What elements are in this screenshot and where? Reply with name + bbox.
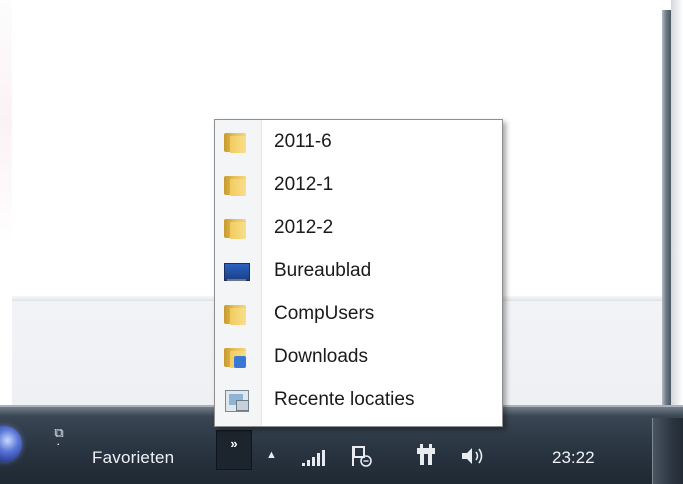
folder-icon — [224, 217, 248, 239]
show-desktop-button[interactable] — [652, 418, 683, 484]
menu-item-2011-6[interactable]: 2011-6 — [221, 122, 499, 162]
menu-item-bureaublad[interactable]: Bureaublad — [221, 251, 499, 291]
favorites-toolbar-label[interactable]: Favorieten — [92, 448, 174, 468]
menu-item-label: Downloads — [274, 346, 368, 367]
menu-item-2012-2[interactable]: 2012-2 — [221, 208, 499, 248]
folder-icon — [224, 131, 248, 153]
taskbar-clock[interactable]: 23:22 — [552, 448, 595, 468]
menu-item-label: Bureaublad — [274, 260, 372, 281]
tray-expand-arrow-icon[interactable]: ▲ — [266, 449, 278, 463]
favorites-popup-menu: 2011-6 2012-1 2012-2 Bureaublad CompUser… — [214, 119, 503, 427]
menu-item-label: 2011-6 — [274, 131, 332, 152]
menu-item-label: Recente locaties — [274, 389, 415, 410]
desktop-edge-right — [671, 0, 683, 408]
menu-item-recente-locaties[interactable]: Recente locaties — [221, 380, 499, 420]
network-signal-icon[interactable] — [302, 450, 328, 466]
volume-icon[interactable] — [461, 446, 487, 466]
menu-item-downloads[interactable]: Downloads — [221, 337, 499, 377]
recent-places-icon — [224, 389, 249, 412]
menu-item-compusers[interactable]: CompUsers — [221, 294, 499, 334]
folder-icon — [224, 174, 248, 196]
menu-item-label: 2012-2 — [274, 217, 334, 238]
toolbar-chevron-button[interactable]: » — [216, 430, 252, 470]
window-border[interactable] — [662, 10, 671, 408]
desktop-edge — [0, 0, 12, 408]
folder-icon — [224, 303, 248, 325]
action-center-flag-icon[interactable] — [349, 444, 373, 468]
menu-item-label: CompUsers — [274, 303, 375, 324]
desktop-icon — [224, 260, 250, 282]
downloads-folder-icon — [224, 346, 248, 368]
menu-item-2012-1[interactable]: 2012-1 — [221, 165, 499, 205]
toolbar-handle-icon[interactable]: ⧉ ˙ — [49, 426, 69, 465]
menu-item-label: 2012-1 — [274, 174, 334, 195]
power-icon[interactable] — [415, 444, 437, 468]
